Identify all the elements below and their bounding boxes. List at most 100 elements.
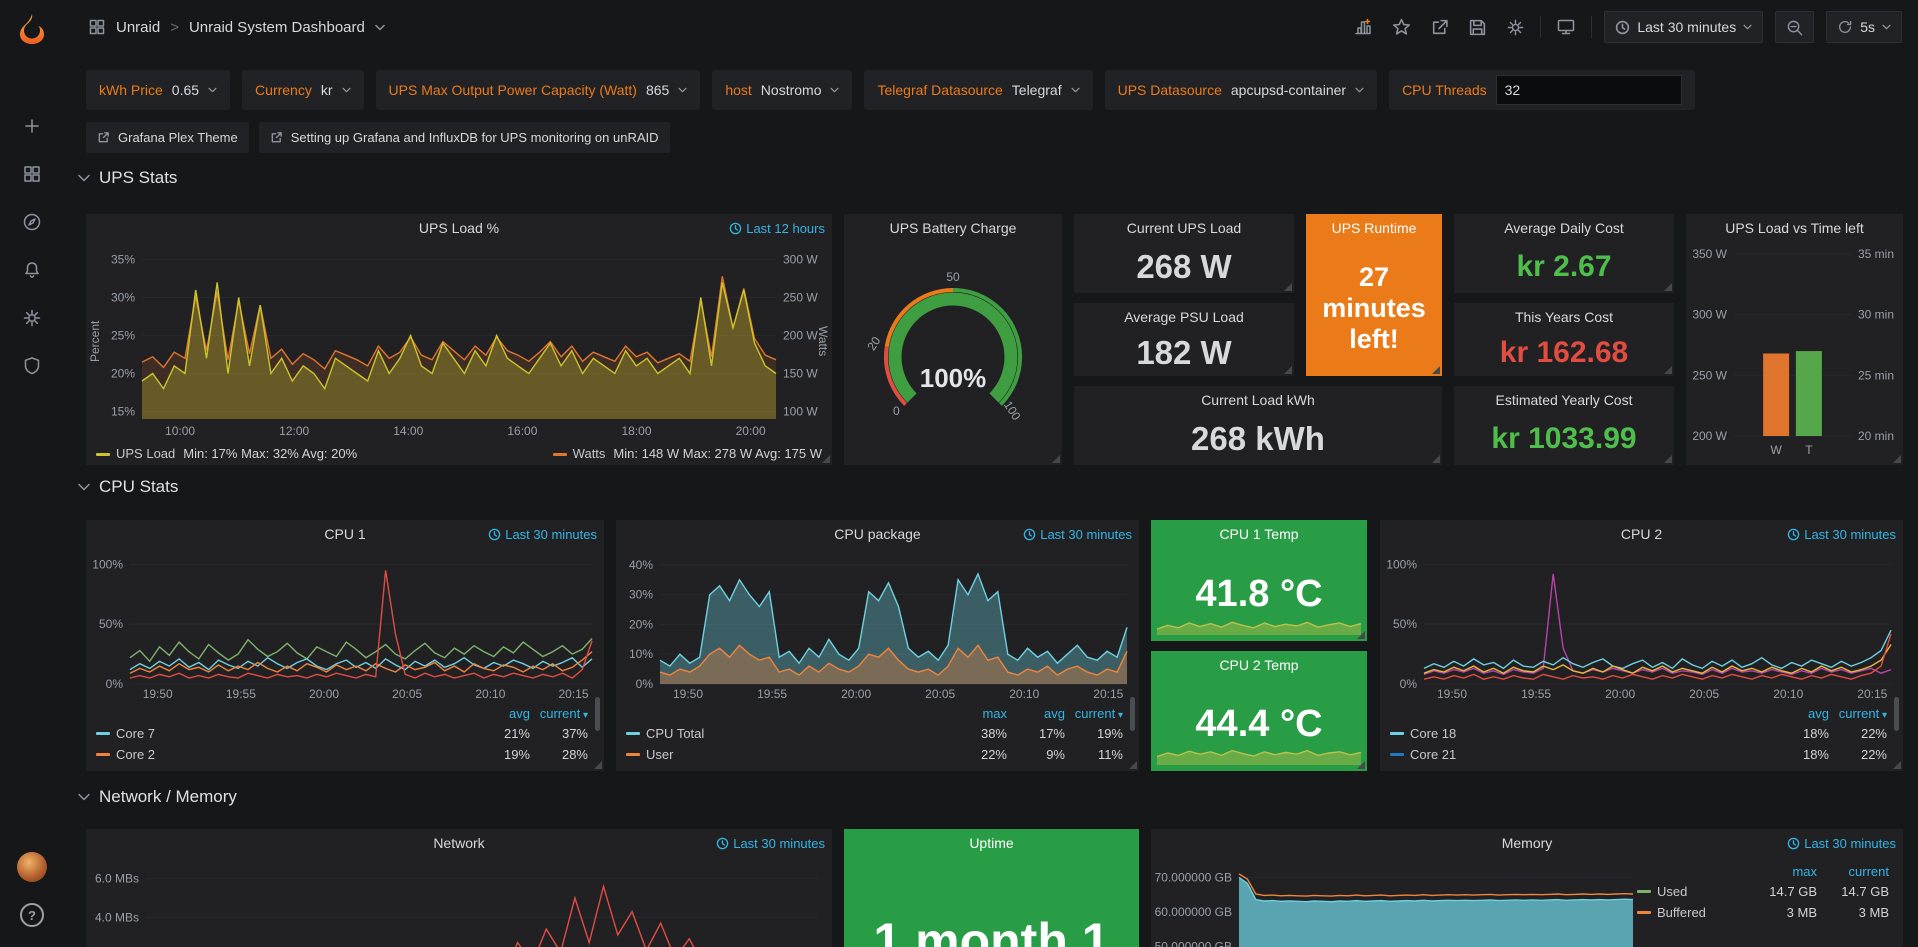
section-network-memory[interactable]: Network / Memory [78, 787, 237, 807]
cycle-view-mode-button[interactable] [1553, 14, 1579, 40]
time-range-picker[interactable]: Last 30 minutes [1604, 11, 1763, 43]
panel-title[interactable]: UPS Load % [419, 220, 499, 236]
series-name[interactable]: User [646, 747, 673, 762]
cpu-threads-input[interactable] [1496, 75, 1682, 105]
sidebar-item-explore[interactable] [0, 198, 64, 246]
series-name[interactable]: Core 18 [1410, 726, 1456, 741]
section-ups-stats[interactable]: UPS Stats [78, 168, 177, 188]
bar-chart[interactable]: 350 W300 W250 W200 W35 min30 min25 min20… [1686, 244, 1903, 458]
panel-title[interactable]: Estimated Yearly Cost [1496, 392, 1633, 408]
dashboard-link-ups-guide[interactable]: Setting up Grafana and InfluxDB for UPS … [259, 122, 670, 153]
variable-ups-max-output[interactable]: UPS Max Output Power Capacity (Watt) 865 [376, 70, 701, 110]
variable-kwh-price[interactable]: kWh Price 0.65 [86, 70, 230, 110]
series-name[interactable]: UPS Load [116, 446, 175, 461]
timeseries-chart[interactable]: 70.000000 GB60.000000 GB50.000000 GB [1151, 859, 1641, 947]
dashboard-settings-button[interactable] [1502, 14, 1528, 40]
variable-ups-datasource[interactable]: UPS Datasource apcupsd-container [1105, 70, 1377, 110]
sidebar-item-profile[interactable] [0, 843, 64, 891]
share-dashboard-button[interactable] [1426, 14, 1452, 40]
legend-col[interactable]: current [1065, 706, 1123, 721]
panel-title[interactable]: Memory [1502, 835, 1553, 851]
series-name[interactable]: Buffered [1657, 905, 1706, 920]
series-name[interactable]: Core 21 [1410, 747, 1456, 762]
resize-handle[interactable] [822, 455, 830, 463]
legend-col[interactable]: avg [1007, 706, 1065, 721]
series-name[interactable]: Watts [573, 446, 606, 461]
panel-title[interactable]: UPS Battery Charge [890, 220, 1017, 236]
sidebar-item-create[interactable] [0, 102, 64, 150]
sidebar-item-dashboards[interactable] [0, 150, 64, 198]
panel-title[interactable]: UPS Runtime [1332, 220, 1417, 236]
variable-value[interactable]: Telegraf [1012, 82, 1062, 98]
resize-handle[interactable] [594, 761, 602, 769]
panel-title[interactable]: This Years Cost [1515, 309, 1613, 325]
timeseries-chart[interactable]: 6.0 MBs4.0 MBs2.0 MBs [86, 859, 832, 947]
star-dashboard-button[interactable] [1388, 14, 1414, 40]
dashboard-title[interactable]: Unraid System Dashboard [189, 19, 365, 36]
panel-title[interactable]: UPS Load vs Time left [1725, 220, 1864, 236]
timeseries-chart[interactable]: 100%50%0%19:5019:5520:0020:0520:1020:15 [1380, 550, 1903, 702]
save-dashboard-button[interactable] [1464, 14, 1490, 40]
resize-handle[interactable] [1893, 455, 1901, 463]
variable-value[interactable]: 865 [646, 82, 669, 98]
resize-handle[interactable] [1357, 761, 1365, 769]
panel-title[interactable]: Average Daily Cost [1504, 220, 1624, 236]
legend-col[interactable]: max [1745, 864, 1817, 879]
breadcrumb-app[interactable]: Unraid [116, 19, 160, 36]
variable-value[interactable]: apcupsd-container [1231, 82, 1346, 98]
resize-handle[interactable] [1129, 761, 1137, 769]
legend-col[interactable]: max [949, 706, 1007, 721]
legend-col[interactable]: avg [472, 706, 530, 721]
resize-handle[interactable] [1052, 455, 1060, 463]
resize-handle[interactable] [1664, 455, 1672, 463]
variable-host[interactable]: host Nostromo [712, 70, 852, 110]
series-name[interactable]: Core 2 [116, 747, 155, 762]
legend-col[interactable]: current [1829, 706, 1887, 721]
panel-title[interactable]: CPU 2 [1621, 526, 1662, 542]
series-name[interactable]: CPU Total [646, 726, 704, 741]
sidebar-item-help[interactable] [0, 891, 64, 939]
variable-currency[interactable]: Currency kr [242, 70, 363, 110]
legend-col[interactable]: current [1817, 864, 1889, 879]
panel-title[interactable]: CPU 1 [324, 526, 365, 542]
resize-handle[interactable] [1664, 283, 1672, 291]
resize-handle[interactable] [1664, 366, 1672, 374]
panel-title[interactable]: CPU package [834, 526, 920, 542]
legend-col[interactable]: avg [1771, 706, 1829, 721]
sidebar-item-server-admin[interactable] [0, 342, 64, 390]
resize-handle[interactable] [1284, 283, 1292, 291]
grafana-logo[interactable] [0, 0, 64, 58]
variable-value[interactable]: kr [321, 82, 333, 98]
panel-title[interactable]: Current Load kWh [1201, 392, 1315, 408]
panel-title[interactable]: CPU 1 Temp [1219, 526, 1298, 542]
timeseries-chart[interactable]: 35%30%25%20%15%300 W250 W200 W150 W100 W… [86, 244, 832, 439]
section-cpu-stats[interactable]: CPU Stats [78, 477, 178, 497]
panel-title[interactable]: Network [433, 835, 484, 851]
zoom-out-button[interactable] [1775, 11, 1814, 43]
legend-scrollbar[interactable] [595, 697, 600, 731]
sidebar-item-configuration[interactable] [0, 294, 64, 342]
resize-handle[interactable] [1432, 455, 1440, 463]
resize-handle[interactable] [1432, 366, 1440, 374]
panel-title[interactable]: Current UPS Load [1127, 220, 1241, 236]
series-name[interactable]: Used [1657, 884, 1687, 899]
variable-value[interactable]: Nostromo [761, 82, 822, 98]
sidebar-item-alerting[interactable] [0, 246, 64, 294]
variable-telegraf-datasource[interactable]: Telegraf Datasource Telegraf [864, 70, 1092, 110]
variable-value[interactable]: 0.65 [172, 82, 199, 98]
panel-title[interactable]: Average PSU Load [1124, 309, 1244, 325]
resize-handle[interactable] [1893, 761, 1901, 769]
legend-scrollbar[interactable] [1130, 697, 1135, 731]
refresh-picker[interactable]: 5s [1826, 11, 1902, 43]
legend-scrollbar[interactable] [1894, 697, 1899, 731]
panel-title[interactable]: Uptime [969, 835, 1013, 851]
add-panel-button[interactable] [1350, 14, 1376, 40]
legend-col[interactable]: current [530, 706, 588, 721]
series-name[interactable]: Core 7 [116, 726, 155, 741]
timeseries-chart[interactable]: 100%50%0%19:5019:5520:0020:0520:1020:15 [86, 550, 604, 702]
resize-handle[interactable] [1357, 631, 1365, 639]
panel-title[interactable]: CPU 2 Temp [1219, 657, 1298, 673]
timeseries-chart[interactable]: 40%30%20%10%0%19:5019:5520:0020:0520:102… [616, 550, 1139, 702]
dashboard-link-plex-theme[interactable]: Grafana Plex Theme [86, 122, 249, 153]
resize-handle[interactable] [1284, 366, 1292, 374]
